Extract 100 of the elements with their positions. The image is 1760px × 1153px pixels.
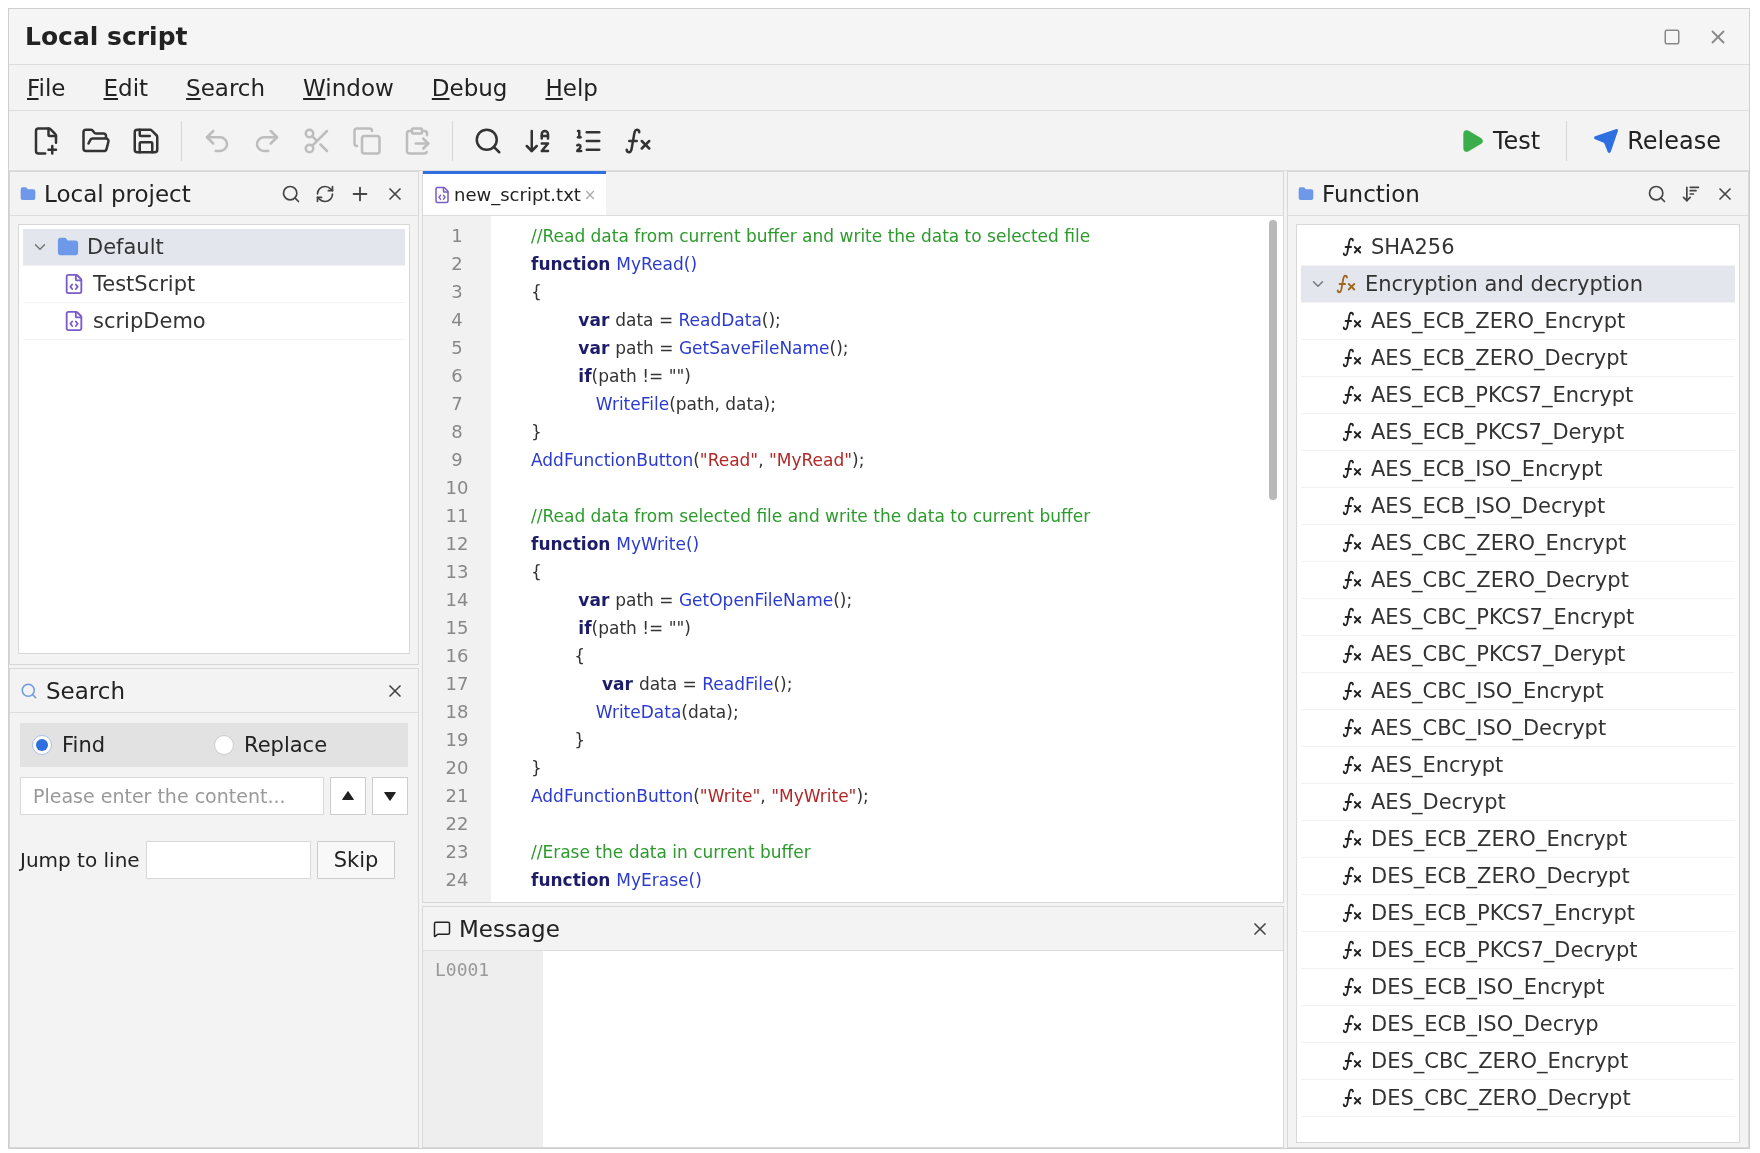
test-button[interactable]: Test — [1444, 120, 1555, 161]
menu-item[interactable]: Edit — [103, 74, 149, 101]
folder-icon — [57, 236, 79, 258]
function-icon — [1341, 976, 1363, 998]
code-line: { — [531, 561, 543, 584]
menu-item[interactable]: Window — [303, 74, 394, 101]
function-icon — [1341, 310, 1363, 332]
code-line: function MyErase() — [531, 869, 703, 892]
line-field[interactable] — [145, 841, 311, 879]
menu-item[interactable]: Search — [186, 74, 266, 101]
function-icon — [1341, 643, 1363, 665]
release-button[interactable]: Release — [1579, 120, 1735, 161]
function-icon — [1341, 902, 1363, 924]
function-item[interactable]: AES_ECB_ISO_Encrypt — [1301, 451, 1735, 488]
function-item[interactable]: AES_CBC_PKCS7_Derypt — [1301, 636, 1735, 673]
line-number: 18 — [444, 700, 470, 724]
jump-label: Jump to line — [20, 848, 140, 872]
function-icon — [1341, 1013, 1363, 1035]
code-line: { — [573, 645, 587, 668]
function-item[interactable]: AES_CBC_PKCS7_Encrypt — [1301, 599, 1735, 636]
script-file-icon — [63, 310, 85, 332]
radio-option[interactable]: Find — [32, 733, 214, 757]
line-number: 15 — [444, 616, 470, 640]
folder-icon — [20, 185, 36, 202]
function-item[interactable]: AES_ECB_ZERO_Encrypt — [1301, 303, 1735, 340]
file-tab[interactable]: new_script.txt × — [423, 171, 607, 215]
menu-item[interactable]: File — [27, 74, 66, 101]
function-item[interactable]: AES_CBC_ZERO_Decrypt — [1301, 562, 1735, 599]
function-icon — [1341, 1050, 1363, 1072]
search-field[interactable]: Please enter the content... — [20, 777, 324, 815]
function-item[interactable]: AES_Encrypt — [1301, 747, 1735, 784]
up-triangle-icon — [341, 789, 355, 803]
line-number: 2 — [450, 252, 464, 276]
function-item[interactable]: DES_ECB_ISO_Encrypt — [1301, 969, 1735, 1006]
tree-item[interactable]: Default — [23, 229, 405, 266]
menu-item[interactable]: Debug — [431, 74, 508, 101]
function-item[interactable]: DES_ECB_ZERO_Decrypt — [1301, 858, 1735, 895]
previous-button[interactable] — [330, 777, 366, 815]
function-item[interactable]: DES_ECB_ZERO_Encrypt — [1301, 821, 1735, 858]
function-item[interactable]: DES_ECB_PKCS7_Encrypt — [1301, 895, 1735, 932]
function-item[interactable]: AES_CBC_ISO_Decrypt — [1301, 710, 1735, 747]
line-number: 11 — [444, 504, 470, 528]
function-item[interactable]: AES_ECB_PKCS7_Derypt — [1301, 414, 1735, 451]
panel-title: Function — [1322, 180, 1421, 207]
panel-title: Message — [459, 915, 561, 942]
function-icon — [1341, 236, 1363, 258]
tree-item[interactable]: TestScript — [23, 266, 405, 303]
code-line: } — [573, 729, 587, 752]
function-icon — [1341, 1087, 1363, 1109]
square-icon — [1663, 27, 1681, 46]
function-icon — [1341, 791, 1363, 813]
skip-button[interactable]: Skip — [316, 841, 396, 879]
radio-icon[interactable] — [32, 735, 52, 755]
refresh-icon — [315, 183, 335, 204]
function-icon — [1341, 532, 1363, 554]
function-icon — [1341, 680, 1363, 702]
scrollbar[interactable] — [1269, 220, 1277, 500]
function-item[interactable]: AES_ECB_PKCS7_Encrypt — [1301, 377, 1735, 414]
search-icon — [281, 183, 301, 204]
function-item[interactable]: AES_CBC_ZERO_Encrypt — [1301, 525, 1735, 562]
next-button[interactable] — [372, 777, 408, 815]
script-file-icon — [433, 185, 451, 204]
function-item[interactable]: DES_ECB_PKCS7_Decrypt — [1301, 932, 1735, 969]
line-number: 10 — [444, 476, 470, 500]
panel-title: Local project — [44, 180, 192, 207]
code-line: WriteFile(path, data); — [594, 393, 777, 416]
function-icon — [1341, 717, 1363, 739]
function-item[interactable]: DES_ECB_ISO_Decryp — [1301, 1006, 1735, 1043]
function-item[interactable]: AES_CBC_ISO_Encrypt — [1301, 673, 1735, 710]
line-number: 22 — [444, 812, 470, 836]
code-line: WriteData(data); — [594, 701, 740, 724]
line-number: 3 — [450, 280, 464, 304]
code-line: function MyWrite() — [531, 533, 701, 556]
code-line: var path = GetOpenFileName(); — [577, 589, 854, 612]
function-item[interactable]: AES_ECB_ISO_Decrypt — [1301, 488, 1735, 525]
code-line: AddFunctionButton("Write", "MyWrite"); — [531, 785, 870, 808]
code-line: var data = ReadFile(); — [601, 673, 794, 696]
line-number: 7 — [450, 392, 464, 416]
tree-item[interactable]: scripDemo — [23, 303, 405, 340]
down-triangle-icon — [383, 789, 397, 803]
function-item[interactable]: AES_ECB_ZERO_Decrypt — [1301, 340, 1735, 377]
code-line: var data = ReadData(); — [577, 309, 782, 332]
function-item[interactable]: DES_CBC_ZERO_Decrypt — [1301, 1080, 1735, 1117]
message-icon — [433, 919, 451, 938]
code-line: { — [531, 281, 543, 304]
function-item[interactable]: Encryption and decryption — [1301, 266, 1735, 303]
line-number: 6 — [450, 364, 464, 388]
radio-icon[interactable] — [214, 735, 234, 755]
line-number: 9 — [450, 448, 464, 472]
function-item[interactable]: AES_Decrypt — [1301, 784, 1735, 821]
function-icon — [1335, 273, 1357, 295]
code-line: //Erase the data in current buffer — [531, 841, 812, 864]
panel-title: Search — [46, 677, 127, 704]
function-item[interactable]: DES_CBC_ZERO_Encrypt — [1301, 1043, 1735, 1080]
radio-option[interactable]: Replace — [214, 733, 396, 757]
function-icon — [1341, 347, 1363, 369]
code-line: AddFunctionButton("Read", "MyRead"); — [531, 449, 866, 472]
function-icon — [1341, 828, 1363, 850]
line-number: L0001 — [435, 959, 490, 980]
menu-item[interactable]: Help — [545, 74, 598, 101]
